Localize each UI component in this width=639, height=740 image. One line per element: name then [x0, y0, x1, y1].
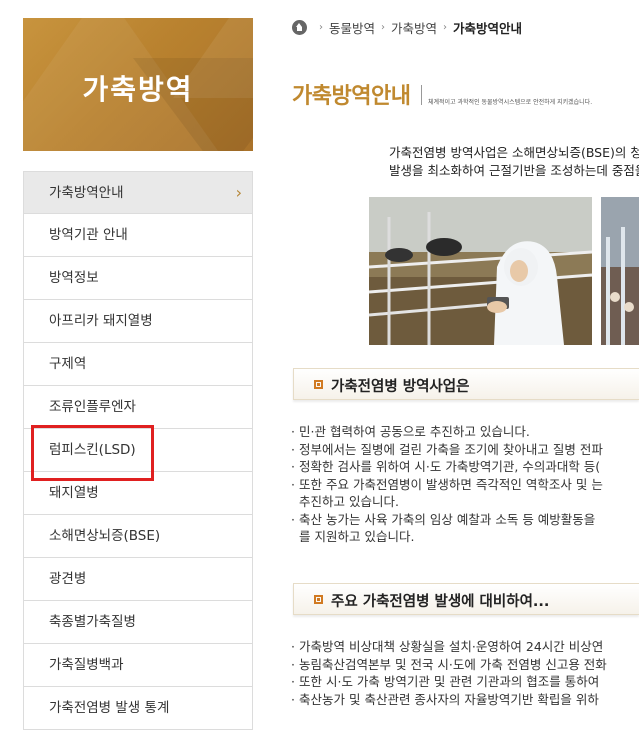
sidebar-item-species-diseases[interactable]: 축종별가축질병: [23, 601, 253, 644]
sidebar-banner-title: 가축방역: [82, 73, 194, 106]
page-title: 가축방역안내: [292, 84, 411, 109]
list-item: 정확한 검사를 위하여 시·도 가축방역기관, 수의과대학 등(: [291, 458, 603, 476]
breadcrumb: › 동물방역 › 가축방역 › 가축방역안내: [292, 18, 522, 37]
page-description: 체계적이고 과학적인 동물방역시스템으로 안전하게 지키겠습니다.: [428, 99, 593, 106]
sidebar-item-label: 가축질병백과: [49, 657, 124, 673]
list-item: 가축방역 비상대책 상황실을 설치·운영하여 24시간 비상연: [291, 638, 607, 656]
sidebar-item-statistics[interactable]: 가축전염병 발생 통계: [23, 687, 253, 730]
intro-line: 가축전염병 방역사업은 소해면상뇌증(BSE)의 청정: [389, 145, 639, 160]
list-item: 추진하고 있습니다.: [299, 494, 399, 509]
sidebar-item-label: 방역기관 안내: [49, 227, 128, 243]
list-item: 농림축산검역본부 및 전국 시·도에 가축 전염병 신고용 전화: [291, 656, 607, 674]
sidebar-item-asf[interactable]: 아프리카 돼지열병: [23, 300, 253, 343]
highlight-annotation: [31, 425, 154, 481]
sidebar-item-label: 아프리카 돼지열병: [49, 313, 153, 329]
sidebar-item-label: 광견병: [49, 571, 87, 587]
photo-farm-inspector: [369, 197, 592, 345]
bullet-list: 민·관 협력하여 공동으로 추진하고 있습니다. 정부에서는 질병에 걸린 가축…: [291, 423, 603, 546]
list-item: 를 지원하고 있습니다.: [299, 529, 415, 544]
intro-text: 가축전염병 방역사업은 소해면상뇌증(BSE)의 청정 발생을 최소화하여 근절…: [389, 144, 639, 180]
bullet-list: 가축방역 비상대책 상황실을 설치·운영하여 24시간 비상연 농림축산검역본부…: [291, 638, 607, 708]
section-header: 가축전염병 방역사업은: [293, 368, 639, 400]
photo-illustration: [601, 197, 639, 345]
list-item: 정부에서는 질병에 걸린 가축을 조기에 찾아내고 질병 전파: [291, 441, 603, 459]
sidebar-item-agencies[interactable]: 방역기관 안내: [23, 214, 253, 257]
section-title: 주요 가축전염병 발생에 대비하여...: [331, 594, 550, 610]
list-item: 축산농가 및 축산관련 종사자의 자율방역기반 확립을 위하: [291, 691, 607, 709]
title-divider: [421, 85, 422, 105]
sidebar-item-label: 가축방역안내: [49, 185, 124, 201]
sidebar-item-label: 구제역: [49, 356, 87, 372]
intro-line: 발생을 최소화하여 근절기반을 조성하는데 중점을: [389, 163, 639, 178]
chevron-right-icon: ›: [235, 183, 242, 202]
photo-illustration: [369, 197, 592, 345]
sidebar-banner: 가축방역: [23, 18, 253, 151]
sidebar-item-quarantine-info[interactable]: 방역정보: [23, 257, 253, 300]
square-bullet-icon: [314, 595, 323, 604]
section-title: 가축전염병 방역사업은: [331, 379, 470, 395]
sidebar-item-rabies[interactable]: 광견병: [23, 558, 253, 601]
sidebar-item-guide[interactable]: 가축방역안내 ›: [23, 171, 253, 214]
sidebar-item-label: 돼지열병: [49, 485, 99, 501]
square-bullet-icon: [314, 380, 323, 389]
sidebar-item-label: 소해면상뇌증(BSE): [49, 528, 161, 544]
sidebar-item-label: 가축전염병 발생 통계: [49, 700, 170, 716]
breadcrumb-current: 가축방역안내: [453, 21, 523, 36]
breadcrumb-item[interactable]: 가축방역: [391, 18, 437, 37]
sidebar-item-label: 축종별가축질병: [49, 614, 136, 630]
sidebar-item-fmd[interactable]: 구제역: [23, 343, 253, 386]
list-item: 또한 시·도 가축 방역기관 및 관련 기관과의 협조를 통하여: [291, 673, 607, 691]
list-item: 또한 주요 가축전염병이 발생하면 즉각적인 역학조사 및 는: [291, 476, 603, 494]
list-item: 민·관 협력하여 공동으로 추진하고 있습니다.: [291, 423, 603, 441]
separator-icon: ›: [319, 22, 323, 33]
photo-poultry-house: [601, 197, 639, 345]
sidebar-item-label: 조류인플루엔자: [49, 399, 136, 415]
sidebar-item-avian-influenza[interactable]: 조류인플루엔자: [23, 386, 253, 429]
sidebar-item-label: 방역정보: [49, 270, 99, 286]
sidebar-item-bse[interactable]: 소해면상뇌증(BSE): [23, 515, 253, 558]
breadcrumb-item[interactable]: 동물방역: [329, 18, 375, 37]
separator-icon: ›: [443, 22, 448, 33]
section-header: 주요 가축전염병 발생에 대비하여...: [293, 583, 639, 615]
separator-icon: ›: [381, 22, 386, 33]
list-item: 축산 농가는 사육 가축의 임상 예찰과 소독 등 예방활동을: [291, 511, 603, 529]
sidebar-item-disease-encyclopedia[interactable]: 가축질병백과: [23, 644, 253, 687]
home-icon[interactable]: [292, 20, 307, 35]
